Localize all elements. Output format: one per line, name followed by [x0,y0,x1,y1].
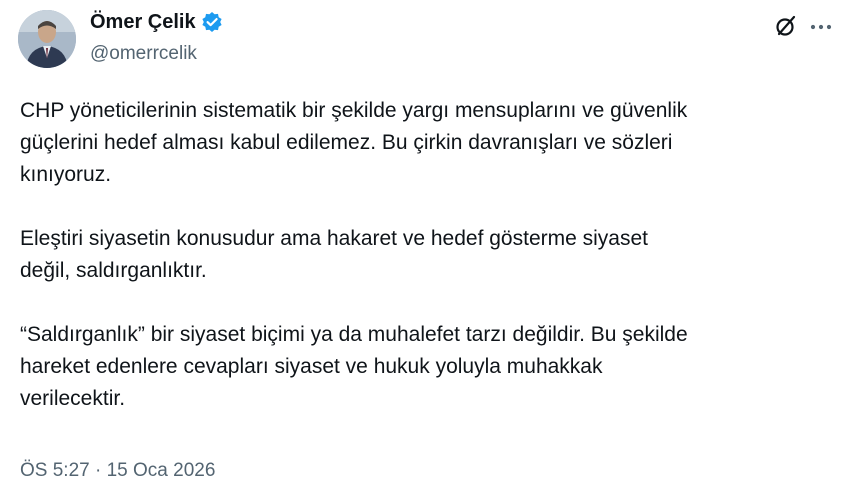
avatar-photo-icon [18,10,76,68]
more-options-icon[interactable] [808,14,834,38]
tweet-card: Ömer Çelik @omerrcelik CHP yöneticilerin… [0,0,860,504]
timestamp-separator: · [95,460,102,481]
tweet-text: CHP yöneticilerinin sistematik bir şekil… [20,95,846,415]
author-name-row: Ömer Çelik [90,10,223,34]
tweet-time: ÖS 5:27 [20,460,90,481]
tweet-paragraph: “Saldırganlık” bir siyaset biçimi ya da … [20,323,688,410]
tweet-paragraph: CHP yöneticilerinin sistematik bir şekil… [20,99,688,186]
tweet-timestamp[interactable]: ÖS 5:27 · 15 Oca 2026 [20,459,215,483]
grok-icon[interactable] [774,14,798,38]
verified-badge-icon [201,11,223,33]
tweet-date: 15 Oca 2026 [106,460,216,481]
tweet-paragraph: Eleştiri siyasetin konusudur ama hakaret… [20,227,648,282]
avatar[interactable] [18,10,76,68]
author-handle[interactable]: @omerrcelik [90,42,197,66]
author-display-name[interactable]: Ömer Çelik [90,10,196,34]
